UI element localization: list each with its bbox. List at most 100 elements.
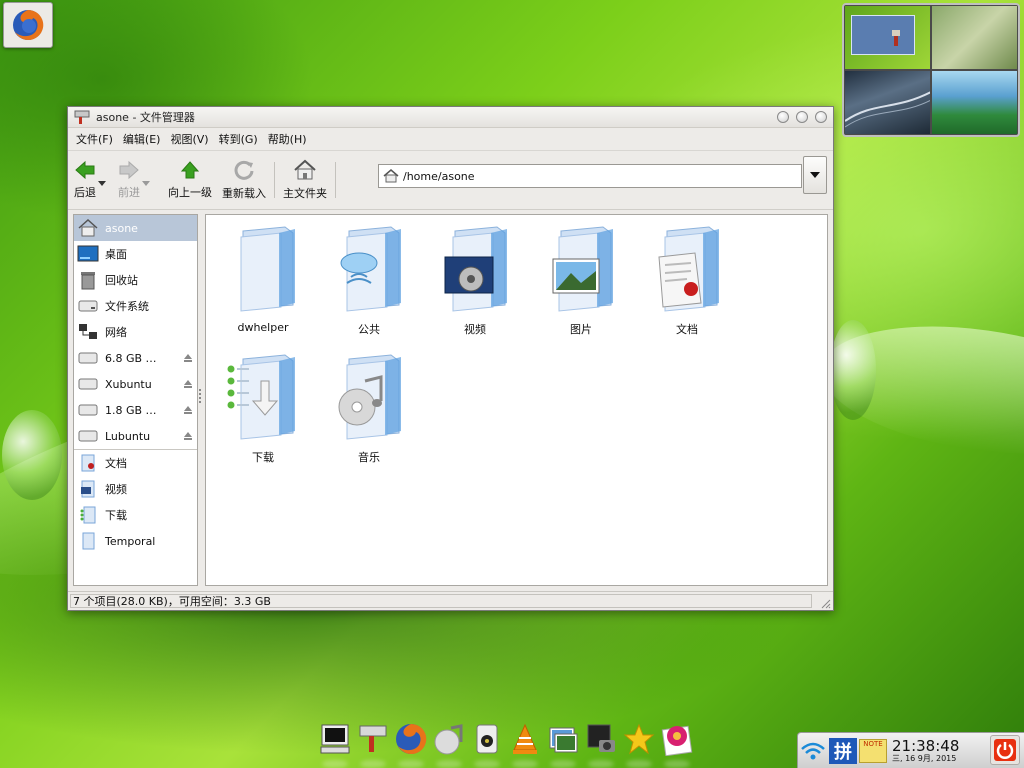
maximize-button[interactable] xyxy=(796,111,808,123)
input-method-label: 拼 xyxy=(829,737,857,764)
dock-file-manager[interactable] xyxy=(356,720,390,768)
sidebar-item-trash[interactable]: 回收站 xyxy=(74,267,197,293)
eject-icon[interactable] xyxy=(183,379,193,389)
sidebar-item-home[interactable]: asone xyxy=(74,215,197,241)
forward-button[interactable]: 前进 xyxy=(118,152,140,208)
vlc-icon xyxy=(513,723,537,754)
back-button[interactable]: 后退 xyxy=(74,152,96,208)
home-button[interactable]: 主文件夹 xyxy=(283,152,327,208)
workspace-2[interactable] xyxy=(932,6,1017,69)
dock-screenshot[interactable] xyxy=(584,720,618,768)
dock-music-player[interactable] xyxy=(432,720,466,768)
firefox-icon xyxy=(396,723,427,754)
dock-speaker[interactable] xyxy=(470,720,504,768)
documents-folder-icon xyxy=(81,454,95,472)
workspace-4[interactable] xyxy=(932,71,1017,134)
pictures-folder-icon xyxy=(552,226,613,312)
drive-icon xyxy=(78,430,98,442)
sidebar-item-desktop[interactable]: 桌面 xyxy=(74,241,197,267)
menu-help[interactable]: 帮助(H) xyxy=(263,131,312,147)
folder-item-videos[interactable]: 视频 xyxy=(430,223,520,343)
public-folder-icon xyxy=(340,226,401,312)
clock-time: 21:38:48 xyxy=(892,736,960,755)
statusbar: 7 个项目(28.0 KB)，可用空间：3.3 GB xyxy=(68,591,833,610)
menu-view[interactable]: 视图(V) xyxy=(165,131,213,147)
workspace-3[interactable] xyxy=(845,71,930,134)
toolbar-separator xyxy=(274,162,275,198)
menu-go[interactable]: 转到(G) xyxy=(214,131,263,147)
folder-item-music[interactable]: 音乐 xyxy=(324,351,414,471)
folder-icon xyxy=(82,532,95,550)
reload-button[interactable]: 重新载入 xyxy=(222,152,266,208)
input-method-indicator[interactable]: 拼 xyxy=(828,736,858,766)
toolbar-separator xyxy=(335,162,336,198)
places-sidebar: asone 桌面 回收站 文件系统 网络 6.8 GB … Xubuntu 1.… xyxy=(73,214,198,586)
minimize-button[interactable] xyxy=(777,111,789,123)
trash-icon xyxy=(81,272,95,290)
menu-edit[interactable]: 编辑(E) xyxy=(118,131,166,147)
dock-image-viewer[interactable] xyxy=(546,720,580,768)
arrow-up-icon xyxy=(180,161,200,179)
note-icon: NOTE xyxy=(859,738,887,763)
eject-icon[interactable] xyxy=(183,431,193,441)
downloads-folder-icon xyxy=(80,506,96,524)
dock xyxy=(318,708,694,768)
music-folder-icon xyxy=(338,354,401,440)
image-viewer-icon xyxy=(549,727,578,753)
location-bar[interactable]: /home/asone xyxy=(378,164,802,188)
file-manager-app-icon xyxy=(74,110,90,124)
home-icon xyxy=(294,159,316,180)
network-icon xyxy=(79,324,97,339)
pane-splitter-handle[interactable] xyxy=(198,389,202,407)
sticky-notes-indicator[interactable]: NOTE xyxy=(858,736,888,766)
sidebar-item-volume-1-8gb[interactable]: 1.8 GB … xyxy=(74,397,197,423)
reload-icon xyxy=(234,160,254,180)
star-icon xyxy=(623,723,655,755)
dock-terminal[interactable] xyxy=(318,720,352,768)
dock-firefox[interactable] xyxy=(394,720,428,768)
dock-flower-app[interactable] xyxy=(660,720,694,768)
sidebar-item-lubuntu[interactable]: Lubuntu xyxy=(74,423,197,449)
sidebar-item-xubuntu[interactable]: Xubuntu xyxy=(74,371,197,397)
location-dropdown-button[interactable] xyxy=(803,156,827,194)
firefox-launcher-button[interactable] xyxy=(3,2,53,48)
sidebar-bookmark-downloads[interactable]: 下载 xyxy=(74,502,197,528)
workspace-pager[interactable] xyxy=(842,3,1020,137)
arrow-right-icon xyxy=(119,160,139,180)
firefox-icon xyxy=(13,9,44,40)
eject-icon[interactable] xyxy=(183,353,193,363)
folder-item-dwhelper[interactable]: dwhelper xyxy=(218,223,308,343)
menu-file[interactable]: 文件(F) xyxy=(71,131,118,147)
folder-view[interactable]: dwhelper 公共 视频 图片 文档 下载 音乐 xyxy=(205,214,828,586)
file-manager-icon xyxy=(359,725,387,752)
folder-item-documents[interactable]: 文档 xyxy=(642,223,732,343)
forward-history-dropdown[interactable] xyxy=(142,180,150,186)
close-button[interactable] xyxy=(815,111,827,123)
workspace-1[interactable] xyxy=(845,6,930,69)
back-history-dropdown[interactable] xyxy=(98,180,106,186)
folder-item-downloads[interactable]: 下载 xyxy=(218,351,308,471)
terminal-icon xyxy=(320,724,350,754)
folder-item-public[interactable]: 公共 xyxy=(324,223,414,343)
home-icon xyxy=(383,169,399,183)
sidebar-bookmark-videos[interactable]: 视频 xyxy=(74,476,197,502)
sidebar-item-filesystem[interactable]: 文件系统 xyxy=(74,293,197,319)
sidebar-bookmark-documents[interactable]: 文档 xyxy=(74,450,197,476)
sidebar-item-network[interactable]: 网络 xyxy=(74,319,197,345)
resize-grip-icon[interactable] xyxy=(819,597,831,609)
wifi-indicator[interactable] xyxy=(798,736,828,766)
power-button[interactable] xyxy=(990,735,1020,765)
up-button[interactable]: 向上一级 xyxy=(168,152,212,208)
sidebar-bookmark-temporal[interactable]: Temporal xyxy=(74,528,197,554)
folder-item-pictures[interactable]: 图片 xyxy=(536,223,626,343)
screenshot-icon xyxy=(587,724,615,752)
sidebar-item-volume-6-8gb[interactable]: 6.8 GB … xyxy=(74,345,197,371)
clock[interactable]: 21:38:48 三, 16 9月, 2015 xyxy=(892,738,959,764)
drive-icon xyxy=(78,378,98,390)
window-titlebar[interactable]: asone - 文件管理器 xyxy=(68,107,833,128)
dock-vlc[interactable] xyxy=(508,720,542,768)
dock-favorites[interactable] xyxy=(622,720,656,768)
eject-icon[interactable] xyxy=(183,405,193,415)
drive-icon xyxy=(78,300,98,312)
location-path[interactable]: /home/asone xyxy=(403,170,475,183)
